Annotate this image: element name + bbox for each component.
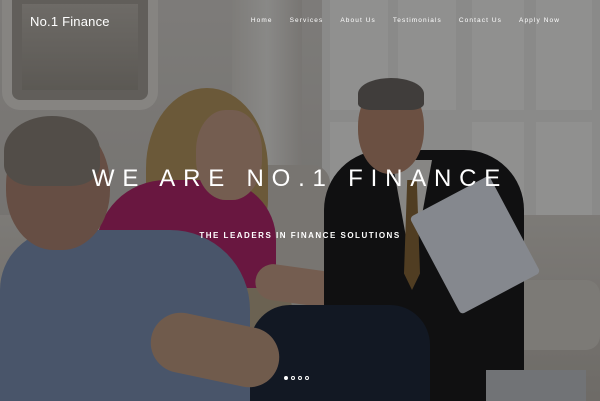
carousel-indicators xyxy=(284,376,309,380)
nav-link-contact-us[interactable]: Contact Us xyxy=(459,17,502,24)
carousel-dot-2[interactable] xyxy=(291,376,295,380)
navbar: No.1 Finance Home Services About Us Test… xyxy=(0,0,600,44)
nav-link-about-us[interactable]: About Us xyxy=(340,17,376,24)
hero-dark-overlay xyxy=(0,0,600,401)
nav-link-apply-now[interactable]: Apply Now xyxy=(519,17,560,24)
hero-section: No.1 Finance Home Services About Us Test… xyxy=(0,0,600,401)
hero-tagline: THE LEADERS IN FINANCE SOLUTIONS xyxy=(199,231,401,240)
hero-headline: WE ARE NO.1 FINANCE xyxy=(91,165,509,192)
nav-link-testimonials[interactable]: Testimonials xyxy=(393,17,442,24)
carousel-dot-4[interactable] xyxy=(305,376,309,380)
brand-logo-link[interactable]: No.1 Finance xyxy=(30,14,110,29)
nav-link-services[interactable]: Services xyxy=(290,17,324,24)
nav-link-home[interactable]: Home xyxy=(251,17,273,24)
carousel-dot-3[interactable] xyxy=(298,376,302,380)
carousel-dot-1[interactable] xyxy=(284,376,288,380)
main-nav: Home Services About Us Testimonials Cont… xyxy=(251,17,560,24)
